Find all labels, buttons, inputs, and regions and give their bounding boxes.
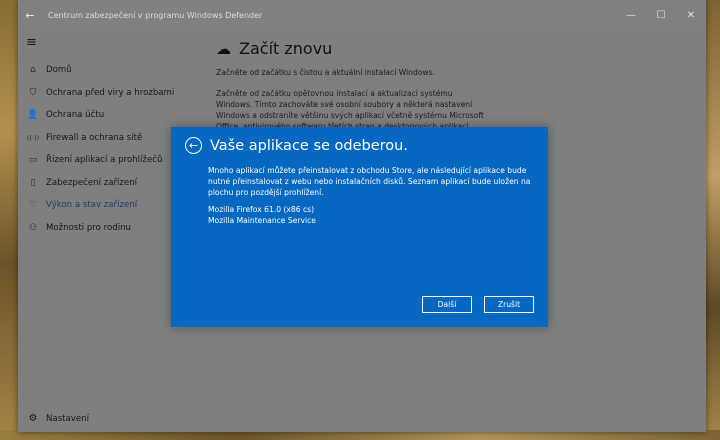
maximize-button[interactable]: ☐ [646,10,676,21]
sidebar-item-home[interactable]: ⌂ Domů [18,59,198,82]
desktop-background-left [0,0,18,440]
page-title: Začít znovu [239,39,333,58]
wireless-icon: ((·)) [26,133,40,142]
sidebar-item-label: Možnosti pro rodinu [46,222,131,233]
sidebar-item-label: Domů [46,65,72,76]
settings-label: Nastavení [46,413,90,424]
cloud-icon: ☁ [216,39,231,58]
list-item: Mozilla Firefox 61.0 (x86 cs) [208,205,315,214]
sidebar-item-label: Firewall a ochrana sítě [46,132,143,143]
sidebar-item-label: Ochrana účtu [46,110,105,121]
home-icon: ⌂ [30,65,36,76]
apps-removed-dialog: ← Vaše aplikace se odeberou. Mnoho aplik… [171,127,548,327]
sidebar-item-virus-protection[interactable]: ⛉ Ochrana před viry a hrozbami [18,82,198,105]
hamburger-menu-icon[interactable]: ≡ [26,35,37,50]
sidebar-item-label: Řízení aplikací a prohlížečů [46,155,163,166]
desktop-background-right [706,0,720,440]
close-button[interactable]: ✕ [676,10,706,21]
intro-text: Začněte od začátku s čistou a aktuální i… [216,68,436,77]
back-arrow-icon[interactable]: ← [18,9,42,22]
back-arrow-icon[interactable]: ← [185,137,202,154]
dialog-title: Vaše aplikace se odeberou. [210,137,408,154]
sidebar-item-account-protection[interactable]: 👤 Ochrana účtu [18,104,198,127]
device-icon: ▯ [30,177,36,188]
next-button[interactable]: Další [422,296,472,313]
family-icon: ⚇ [28,222,38,233]
gear-icon: ⚙ [28,413,38,424]
app-list: Mozilla Firefox 61.0 (x86 cs) Mozilla Ma… [208,204,316,226]
heart-icon: ♡ [28,200,38,211]
title-bar: ← Centrum zabezpečení v programu Windows… [18,0,706,31]
sidebar-item-label: Zabezpečení zařízení [46,177,138,188]
dialog-message: Mnoho aplikací můžete přeinstalovat z ob… [208,166,531,197]
list-item: Mozilla Maintenance Service [208,216,316,225]
app-window-icon: ▭ [28,155,38,166]
sidebar-item-label: Výkon a stav zařízení [46,200,138,211]
shield-icon: ⛉ [29,87,37,98]
person-icon: 👤 [27,110,39,121]
sidebar-item-label: Ochrana před viry a hrozbami [46,87,175,98]
cancel-button[interactable]: Zrušit [484,296,534,313]
sidebar-item-settings[interactable]: ⚙ Nastavení [26,413,90,424]
window-title: Centrum zabezpečení v programu Windows D… [48,11,263,20]
dialog-header: ← Vaše aplikace se odeberou. [185,137,408,154]
minimize-button[interactable]: — [616,10,646,21]
page-title-row: ☁ Začít znovu [216,39,332,58]
